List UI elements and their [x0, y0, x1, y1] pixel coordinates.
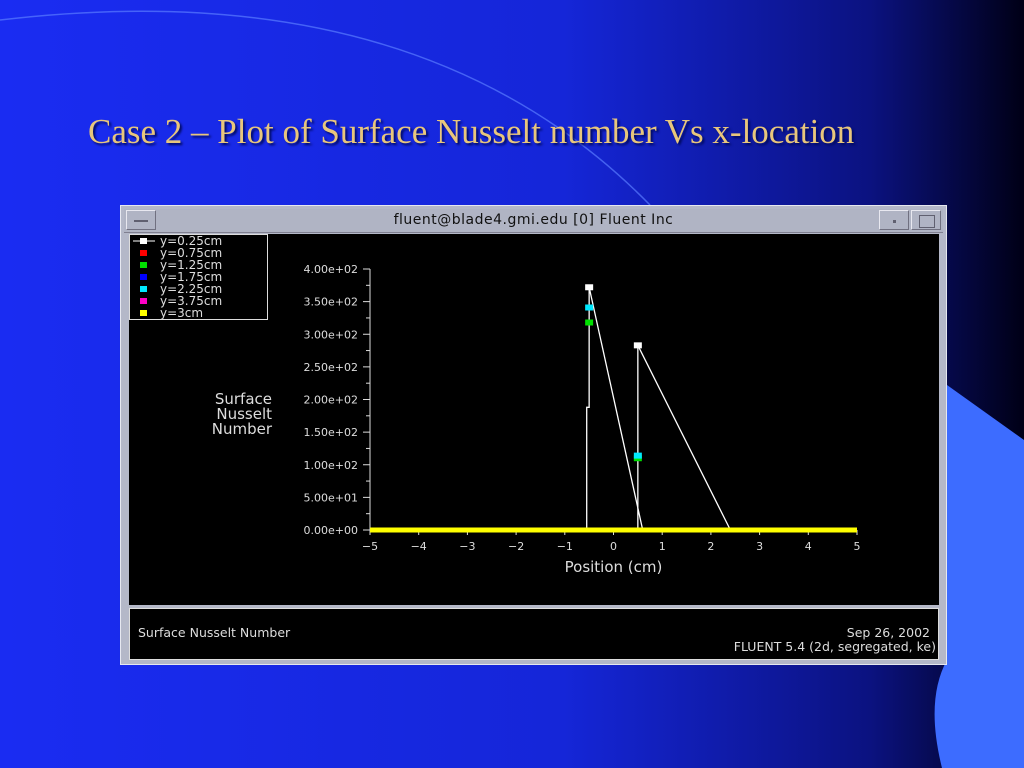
y-axis-label: Number: [212, 420, 273, 438]
x-tick-label: 4: [805, 540, 812, 553]
legend-swatch: [140, 274, 147, 280]
footer-date: Sep 26, 2002: [846, 625, 930, 640]
x-tick-label: −5: [362, 540, 378, 553]
x-tick-label: 3: [756, 540, 763, 553]
y-tick-label: 2.00e+02: [304, 394, 358, 407]
x-tick-label: 5: [854, 540, 861, 553]
x-tick-label: −2: [508, 540, 524, 553]
footer-version: FLUENT 5.4 (2d, segregated, ke): [733, 639, 936, 654]
footer-quantity: Surface Nusselt Number: [138, 625, 291, 640]
data-point: [585, 304, 594, 311]
data-point: [585, 284, 594, 291]
minimize-button[interactable]: [879, 210, 909, 230]
data-point: [585, 319, 594, 326]
y-tick-label: 1.50e+02: [304, 426, 358, 439]
x-tick-label: 2: [707, 540, 714, 553]
legend-swatch: [140, 286, 147, 292]
x-tick-label: 0: [610, 540, 617, 553]
legend-swatch: [140, 238, 147, 244]
y-tick-label: 4.00e+02: [304, 263, 358, 276]
legend-swatch: [140, 262, 147, 268]
x-tick-label: −4: [411, 540, 427, 553]
data-point: [633, 342, 642, 349]
legend-label: y=3cm: [160, 306, 203, 320]
slide-title: Case 2 – Plot of Surface Nusselt number …: [88, 112, 855, 151]
y-tick-label: 3.50e+02: [304, 296, 358, 309]
legend-swatch: [140, 250, 147, 256]
data-point: [633, 452, 642, 459]
y-tick-label: 1.00e+02: [304, 459, 358, 472]
plot-footer: Surface Nusselt Number Sep 26, 2002 FLUE…: [129, 608, 939, 660]
y-tick-label: 3.00e+02: [304, 328, 358, 341]
window-titlebar[interactable]: fluent@blade4.gmi.edu [0] Fluent Inc: [124, 209, 943, 233]
series-line: [586, 287, 644, 531]
legend-swatch: [140, 310, 147, 316]
window-title: fluent@blade4.gmi.edu [0] Fluent Inc: [393, 212, 674, 228]
x-tick-label: 1: [659, 540, 666, 553]
x-axis-label: Position (cm): [565, 558, 663, 576]
legend-swatch: [140, 298, 147, 304]
series-line: [637, 345, 731, 531]
y-tick-label: 0.00e+00: [304, 524, 358, 537]
fluent-window: fluent@blade4.gmi.edu [0] Fluent Inc 0.0…: [120, 205, 947, 665]
plot-area: 0.00e+00 5.00e+01 1.00e+02 1.50e+02 2.00e+02…: [129, 234, 939, 605]
maximize-button[interactable]: [911, 210, 941, 230]
y-tick-label: 5.00e+01: [304, 491, 358, 504]
y-tick-label: 2.50e+02: [304, 361, 358, 374]
chart: 0.00e+00 5.00e+01 1.00e+02 1.50e+02 2.00e+02…: [129, 234, 861, 576]
x-tick-label: −3: [459, 540, 475, 553]
x-tick-label: −1: [557, 540, 573, 553]
